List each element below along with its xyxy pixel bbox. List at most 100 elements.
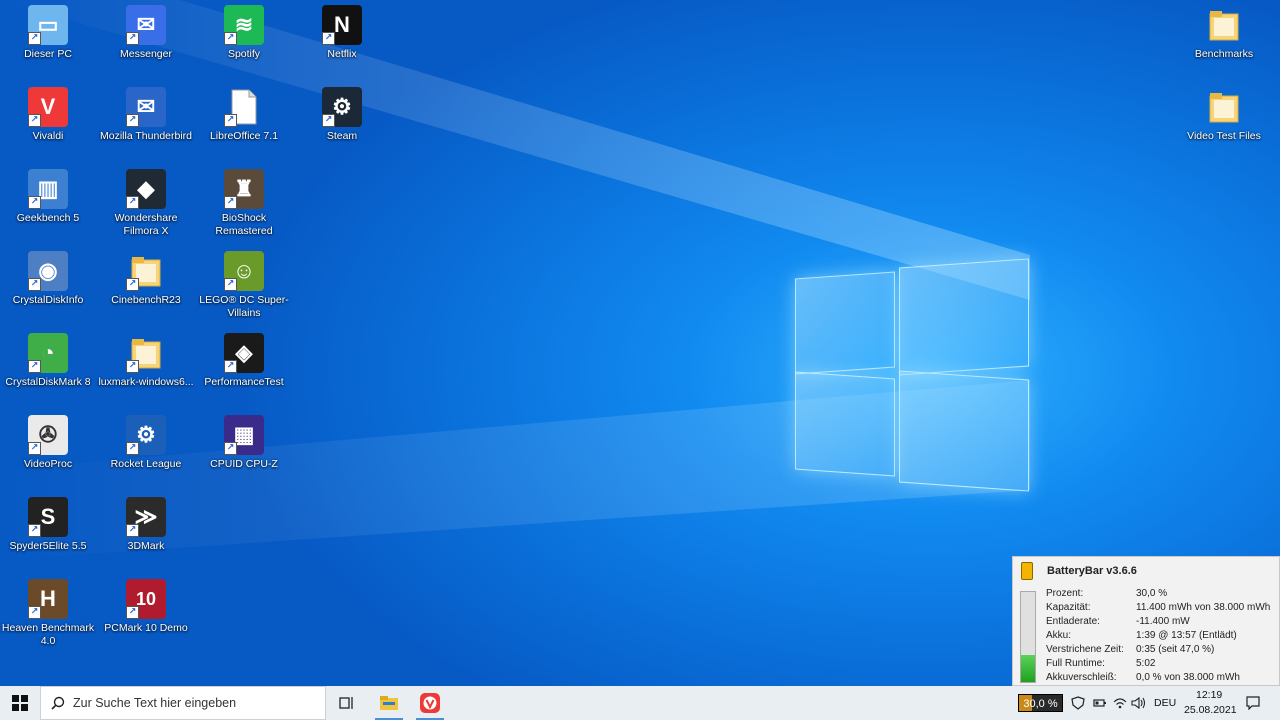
shortcut-arrow-icon: ↗: [126, 114, 139, 127]
battery-stat-value: 0:35 (seit 47,0 %): [1136, 643, 1215, 655]
shortcut-arrow-icon: ↗: [224, 114, 237, 127]
shortcut-arrow-icon: ↗: [126, 32, 139, 45]
desktop-icon-label: Benchmarks: [1194, 48, 1254, 60]
shortcut-arrow-icon: ↗: [224, 278, 237, 291]
notifications-icon[interactable]: [1246, 696, 1260, 710]
desktop-icon-spotify[interactable]: ≋ ↗ Spotify: [196, 5, 292, 61]
pcmark-icon: 10 ↗: [126, 579, 166, 619]
desktop-icon-dieser-pc[interactable]: ▭ ↗ Dieser PC: [0, 5, 96, 61]
search-icon: [51, 696, 65, 710]
shortcut-arrow-icon: ↗: [322, 32, 335, 45]
battery-taskbar-meter[interactable]: 30,0 %: [1018, 694, 1063, 712]
desktop-icon-steam[interactable]: ⚙ ↗ Steam: [294, 87, 390, 143]
search-placeholder: Zur Suche Text hier eingeben: [73, 696, 237, 710]
file-explorer-taskbar-button[interactable]: [369, 686, 409, 720]
battery-stat-row: Entladerate: -11.400 mW: [1046, 614, 1270, 628]
performancetest-icon: ◈ ↗: [224, 333, 264, 373]
windows-start-icon: [12, 695, 28, 711]
desktop-icon-lego-dc-super-villains[interactable]: ☺ ↗ LEGO® DC Super-Villains: [196, 251, 292, 320]
rocket-league-icon: ⚙ ↗: [126, 415, 166, 455]
messenger-icon: ✉ ↗: [126, 5, 166, 45]
desktop-icon-label: LibreOffice 7.1: [209, 130, 279, 142]
wifi-icon[interactable]: [1113, 696, 1127, 710]
desktop-icon-video-test-files[interactable]: Video Test Files: [1176, 87, 1272, 143]
battery-stat-key: Entladerate:: [1046, 615, 1100, 627]
desktop-icon-benchmarks[interactable]: Benchmarks: [1176, 5, 1272, 61]
steam-icon: ⚙ ↗: [322, 87, 362, 127]
desktop-icon-netflix[interactable]: N ↗ Netflix: [294, 5, 390, 61]
desktop-icon-geekbench-5[interactable]: ▥ ↗ Geekbench 5: [0, 169, 96, 225]
desktop-icon-cpuid-cpu-z[interactable]: ▦ ↗ CPUID CPU-Z: [196, 415, 292, 471]
vivaldi-taskbar-button[interactable]: [410, 686, 450, 720]
input-language[interactable]: DEU: [1154, 697, 1176, 709]
desktop-icon-3dmark[interactable]: ≫ ↗ 3DMark: [98, 497, 194, 553]
desktop-icon-label: CrystalDiskInfo: [12, 294, 84, 306]
shortcut-arrow-icon: ↗: [28, 196, 41, 209]
batterybar-popup: BatteryBar v3.6.6 Prozent: 30,0 % Kapazitä…: [1012, 556, 1280, 686]
shortcut-arrow-icon: ↗: [126, 360, 139, 373]
clock-time[interactable]: 12:19: [1196, 689, 1222, 701]
desktop-icon-label: LEGO® DC Super-Villains: [199, 294, 289, 319]
battery-tray-icon[interactable]: [1093, 697, 1107, 709]
desktop-icon-label: Spyder5Elite 5.5: [9, 540, 87, 552]
desktop-icon-label: PerformanceTest: [204, 376, 284, 388]
desktop-icon-pcmark-10-demo[interactable]: 10 ↗ PCMark 10 Demo: [98, 579, 194, 635]
security-shield-icon[interactable]: [1071, 696, 1085, 710]
desktop-icon-spyder5elite-5-5[interactable]: S ↗ Spyder5Elite 5.5: [0, 497, 96, 553]
battery-stat-value: 11.400 mWh von 38.000 mWh: [1136, 601, 1271, 613]
shortcut-arrow-icon: ↗: [126, 442, 139, 455]
desktop-icon-heaven-benchmark-4-0[interactable]: H ↗ Heaven Benchmark 4.0: [0, 579, 96, 648]
thunderbird-icon: ✉ ↗: [126, 87, 166, 127]
taskbar-search-box[interactable]: Zur Suche Text hier eingeben: [40, 686, 326, 720]
battery-stat-key: Verstrichene Zeit:: [1046, 643, 1124, 655]
filmora-icon: ◆ ↗: [126, 169, 166, 209]
shortcut-arrow-icon: ↗: [126, 278, 139, 291]
battery-stat-key: Kapazität:: [1046, 601, 1091, 613]
desktop-icon-label: CrystalDiskMark 8: [5, 376, 91, 388]
start-button[interactable]: [0, 686, 40, 720]
popup-title: BatteryBar v3.6.6: [1047, 565, 1137, 577]
shortcut-arrow-icon: ↗: [224, 360, 237, 373]
desktop-icon-label: Geekbench 5: [16, 212, 80, 224]
desktop-icon-vivaldi[interactable]: V ↗ Vivaldi: [0, 87, 96, 143]
windows-logo-wallpaper: [795, 255, 1029, 495]
shortcut-arrow-icon: ↗: [126, 524, 139, 537]
task-view-button[interactable]: [327, 686, 367, 720]
3dmark-icon: ≫ ↗: [126, 497, 166, 537]
vivaldi-icon: V ↗: [28, 87, 68, 127]
cpuz-icon: ▦ ↗: [224, 415, 264, 455]
shortcut-arrow-icon: ↗: [126, 196, 139, 209]
shortcut-arrow-icon: ↗: [28, 606, 41, 619]
desktop-icon-label: BioShock Remastered: [215, 212, 273, 237]
netflix-icon: N ↗: [322, 5, 362, 45]
battery-stat-value: -11.400 mW: [1136, 615, 1190, 627]
shortcut-arrow-icon: ↗: [322, 114, 335, 127]
desktop-icon-bioshock-remastered[interactable]: ♜ ↗ BioShock Remastered: [196, 169, 292, 238]
desktop-icon-videoproc[interactable]: ✇ ↗ VideoProc: [0, 415, 96, 471]
taskbar: Zur Suche Text hier eingeben 30,0 % DEU …: [0, 686, 1280, 720]
desktop-icon-label: CinebenchR23: [111, 294, 181, 306]
battery-stat-row: Prozent: 30,0 %: [1046, 586, 1270, 600]
desktop-icon-cinebenchr23[interactable]: ↗ CinebenchR23: [98, 251, 194, 307]
volume-icon[interactable]: [1131, 696, 1147, 710]
battery-gauge: [1020, 591, 1036, 683]
desktop-icon-luxmark-windows6[interactable]: ↗ luxmark-windows6...: [98, 333, 194, 389]
folder-icon: [380, 696, 398, 710]
folder-icon: [1204, 87, 1244, 127]
desktop-icon-crystaldiskinfo[interactable]: ◉ ↗ CrystalDiskInfo: [0, 251, 96, 307]
desktop-icon-label: CPUID CPU-Z: [210, 458, 278, 470]
desktop-icon-label: Dieser PC: [24, 48, 72, 60]
battery-stat-row: Verstrichene Zeit: 0:35 (seit 47,0 %): [1046, 642, 1270, 656]
desktop-icon-mozilla-thunderbird[interactable]: ✉ ↗ Mozilla Thunderbird: [98, 87, 194, 143]
desktop-icon-performancetest[interactable]: ◈ ↗ PerformanceTest: [196, 333, 292, 389]
clock-date[interactable]: 25.08.2021: [1184, 704, 1237, 716]
desktop-icon-libreoffice-7-1[interactable]: ↗ LibreOffice 7.1: [196, 87, 292, 143]
shortcut-arrow-icon: ↗: [224, 32, 237, 45]
battery-stat-value: 30,0 %: [1136, 587, 1168, 599]
desktop-icon-messenger[interactable]: ✉ ↗ Messenger: [98, 5, 194, 61]
desktop-icon-rocket-league[interactable]: ⚙ ↗ Rocket League: [98, 415, 194, 471]
battery-stat-row: Full Runtime: 5:02: [1046, 656, 1270, 670]
desktop-icon-wondershare-filmora-x[interactable]: ◆ ↗ Wondershare Filmora X: [98, 169, 194, 238]
shortcut-arrow-icon: ↗: [28, 32, 41, 45]
desktop-icon-crystaldiskmark-8[interactable]: ◔ ↗ CrystalDiskMark 8: [0, 333, 96, 389]
